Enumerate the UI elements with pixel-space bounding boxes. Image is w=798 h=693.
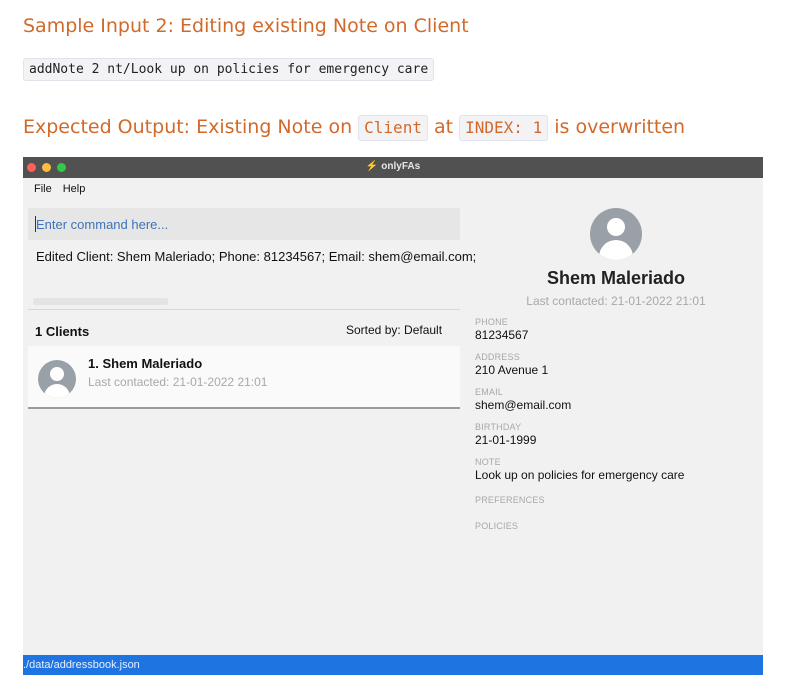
birthday-label: BIRTHDAY xyxy=(475,422,522,432)
status-bar: ./data/addressbook.json xyxy=(23,655,763,675)
address-value: 210 Avenue 1 xyxy=(475,363,549,377)
doc-heading-expected-output: Expected Output: Existing Note on Client… xyxy=(23,115,685,141)
note-value: Look up on policies for emergency care xyxy=(475,468,685,482)
birthday-value: 21-01-1999 xyxy=(475,433,537,447)
client-count: 1 Clients xyxy=(35,324,90,339)
section-divider xyxy=(28,309,460,310)
status-bar-path: ./data/addressbook.json xyxy=(23,659,140,671)
avatar-icon xyxy=(38,360,76,398)
detail-client-name: Shem Maleriado xyxy=(546,268,686,288)
window-title: ⚡ onlyFAs xyxy=(23,161,763,172)
profile-avatar-icon xyxy=(590,208,642,260)
client-card-name: 1. Shem Maleriado xyxy=(88,356,203,371)
menu-file[interactable]: File xyxy=(34,183,52,195)
avatar-head xyxy=(607,218,625,236)
client-card[interactable]: 1. Shem Maleriado Last contacted: 21-01-… xyxy=(28,346,460,409)
email-value: shem@email.com xyxy=(475,398,572,412)
preferences-label: PREFERENCES xyxy=(475,495,545,505)
inline-code-index: INDEX: 1 xyxy=(459,115,549,141)
app-window: ⚡ onlyFAs File Help Enter command here...… xyxy=(23,157,763,675)
heading-suffix: is overwritten xyxy=(554,116,686,138)
app-logo-icon: ⚡ xyxy=(365,161,379,172)
policies-label: POLICIES xyxy=(475,521,519,531)
command-placeholder: Enter command here... xyxy=(36,217,169,232)
email-label: EMAIL xyxy=(475,387,504,397)
detail-last-contacted: Last contacted: 21-01-2022 21:01 xyxy=(526,294,706,308)
heading-prefix: Expected Output: Existing Note on xyxy=(23,116,353,138)
phone-label: PHONE xyxy=(475,317,509,327)
window-titlebar[interactable]: ⚡ onlyFAs xyxy=(23,157,763,178)
doc-heading-sample-input: Sample Input 2: Editing existing Note on… xyxy=(23,15,469,37)
command-example: addNote 2 nt/Look up on policies for eme… xyxy=(23,58,435,81)
avatar-body xyxy=(599,240,633,260)
menu-help[interactable]: Help xyxy=(63,183,86,195)
inline-code-client: Client xyxy=(358,115,428,141)
result-scrollbar[interactable] xyxy=(33,298,168,305)
avatar-body xyxy=(44,384,70,398)
sort-indicator: Sorted by: Default xyxy=(346,323,443,337)
client-card-last-contacted: Last contacted: 21-01-2022 21:01 xyxy=(88,375,268,389)
avatar-head xyxy=(50,367,64,381)
command-input[interactable]: Enter command here... xyxy=(28,208,460,240)
heading-mid: at xyxy=(434,116,454,138)
menu-bar: File Help xyxy=(23,178,763,199)
note-label: NOTE xyxy=(475,457,501,467)
address-label: ADDRESS xyxy=(475,352,520,362)
result-display: Edited Client: Shem Maleriado; Phone: 81… xyxy=(36,249,477,264)
phone-value: 81234567 xyxy=(475,328,529,342)
window-title-text: onlyFAs xyxy=(381,161,421,172)
